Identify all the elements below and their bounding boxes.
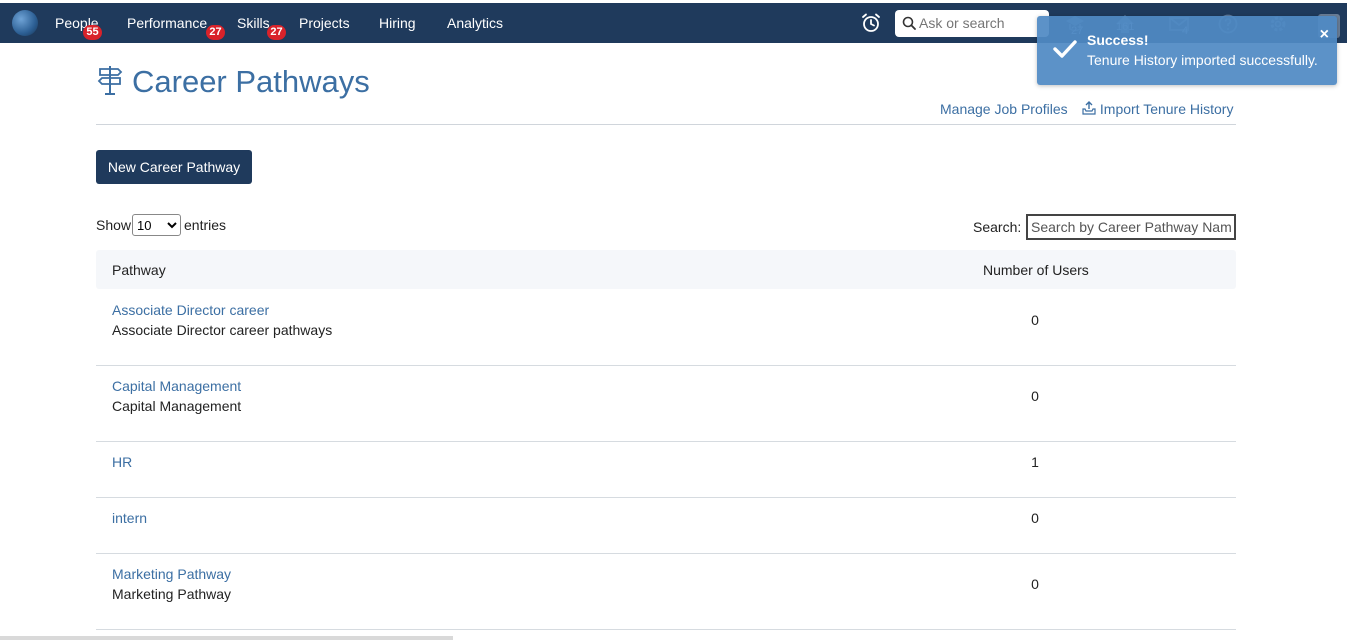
entries-label: entries [184, 217, 227, 233]
signpost-icon [97, 66, 123, 95]
nav-item-label: Performance [127, 15, 208, 31]
manage-job-profiles-link[interactable]: Manage Job Profiles [940, 101, 1068, 117]
user-count: 1 [1031, 454, 1039, 470]
header-divider [96, 124, 1236, 125]
nav-item-projects[interactable]: Projects [299, 3, 350, 43]
page-title: Career Pathways [132, 64, 370, 99]
global-search-field[interactable] [895, 10, 1049, 37]
people-count-badge: 55 [83, 25, 102, 40]
nav-item-label: Hiring [379, 15, 416, 31]
toast-title: Success! [1087, 32, 1149, 48]
pathway-description: Marketing Pathway [112, 586, 232, 602]
column-header-pathway[interactable]: Pathway [112, 262, 166, 278]
table-row: intern 0 [96, 498, 1236, 554]
pathway-search-input[interactable] [1026, 214, 1236, 240]
user-count: 0 [1031, 576, 1039, 592]
pathway-description: Capital Management [112, 398, 242, 414]
nav-item-hiring[interactable]: Hiring [379, 3, 416, 43]
new-career-pathway-button[interactable]: New Career Pathway [96, 150, 252, 184]
nav-item-label: Analytics [447, 15, 504, 31]
show-label: Show [96, 217, 132, 233]
table-row: HR 1 [96, 442, 1236, 498]
table-search-label: Search: [973, 219, 1022, 235]
nav-item-label: Projects [299, 15, 350, 31]
column-header-number-of-users[interactable]: Number of Users [983, 262, 1089, 278]
upload-icon [1082, 101, 1096, 115]
pathway-name-link[interactable]: intern [112, 510, 147, 526]
import-link-label: Import Tenure History [1099, 101, 1234, 117]
performance-count-badge: 27 [206, 25, 225, 40]
nav-item-skills[interactable]: Skills 27 [237, 3, 286, 43]
pathway-name-link[interactable]: HR [112, 454, 132, 470]
app-logo-icon[interactable] [12, 10, 38, 36]
pathway-description: Associate Director career pathways [112, 322, 333, 338]
entries-length-select[interactable]: 10 [132, 214, 181, 236]
import-tenure-history-link[interactable]: Import Tenure History [1082, 101, 1233, 117]
skills-count-badge: 27 [267, 25, 286, 40]
toast-message: Tenure History imported successfully. [1087, 52, 1318, 68]
checkmark-icon [1053, 40, 1077, 58]
pathway-name-link[interactable]: Associate Director career [112, 302, 269, 318]
nav-item-label: Skills [237, 15, 270, 31]
alarm-clock-icon[interactable] [860, 12, 882, 34]
table-row: Marketing Pathway Marketing Pathway 0 [96, 554, 1236, 630]
user-count: 0 [1031, 510, 1039, 526]
nav-item-performance[interactable]: Performance 27 [127, 3, 225, 43]
toast-close-button[interactable]: × [1320, 26, 1329, 44]
pathway-name-link[interactable]: Marketing Pathway [112, 566, 231, 582]
table-header: Pathway Number of Users [96, 250, 1236, 289]
global-search-input[interactable] [919, 13, 1044, 33]
pathway-name-link[interactable]: Capital Management [112, 378, 241, 394]
nav-item-analytics[interactable]: Analytics [447, 3, 503, 43]
horizontal-scrollbar[interactable] [0, 636, 453, 640]
user-count: 0 [1031, 388, 1039, 404]
table-row: Capital Management Capital Management 0 [96, 366, 1236, 442]
user-count: 0 [1031, 312, 1039, 328]
success-toast: Success! Tenure History imported success… [1037, 16, 1337, 85]
nav-item-people[interactable]: People 55 [55, 3, 102, 43]
search-icon [902, 16, 916, 30]
table-row: Associate Director career Associate Dire… [96, 289, 1236, 366]
